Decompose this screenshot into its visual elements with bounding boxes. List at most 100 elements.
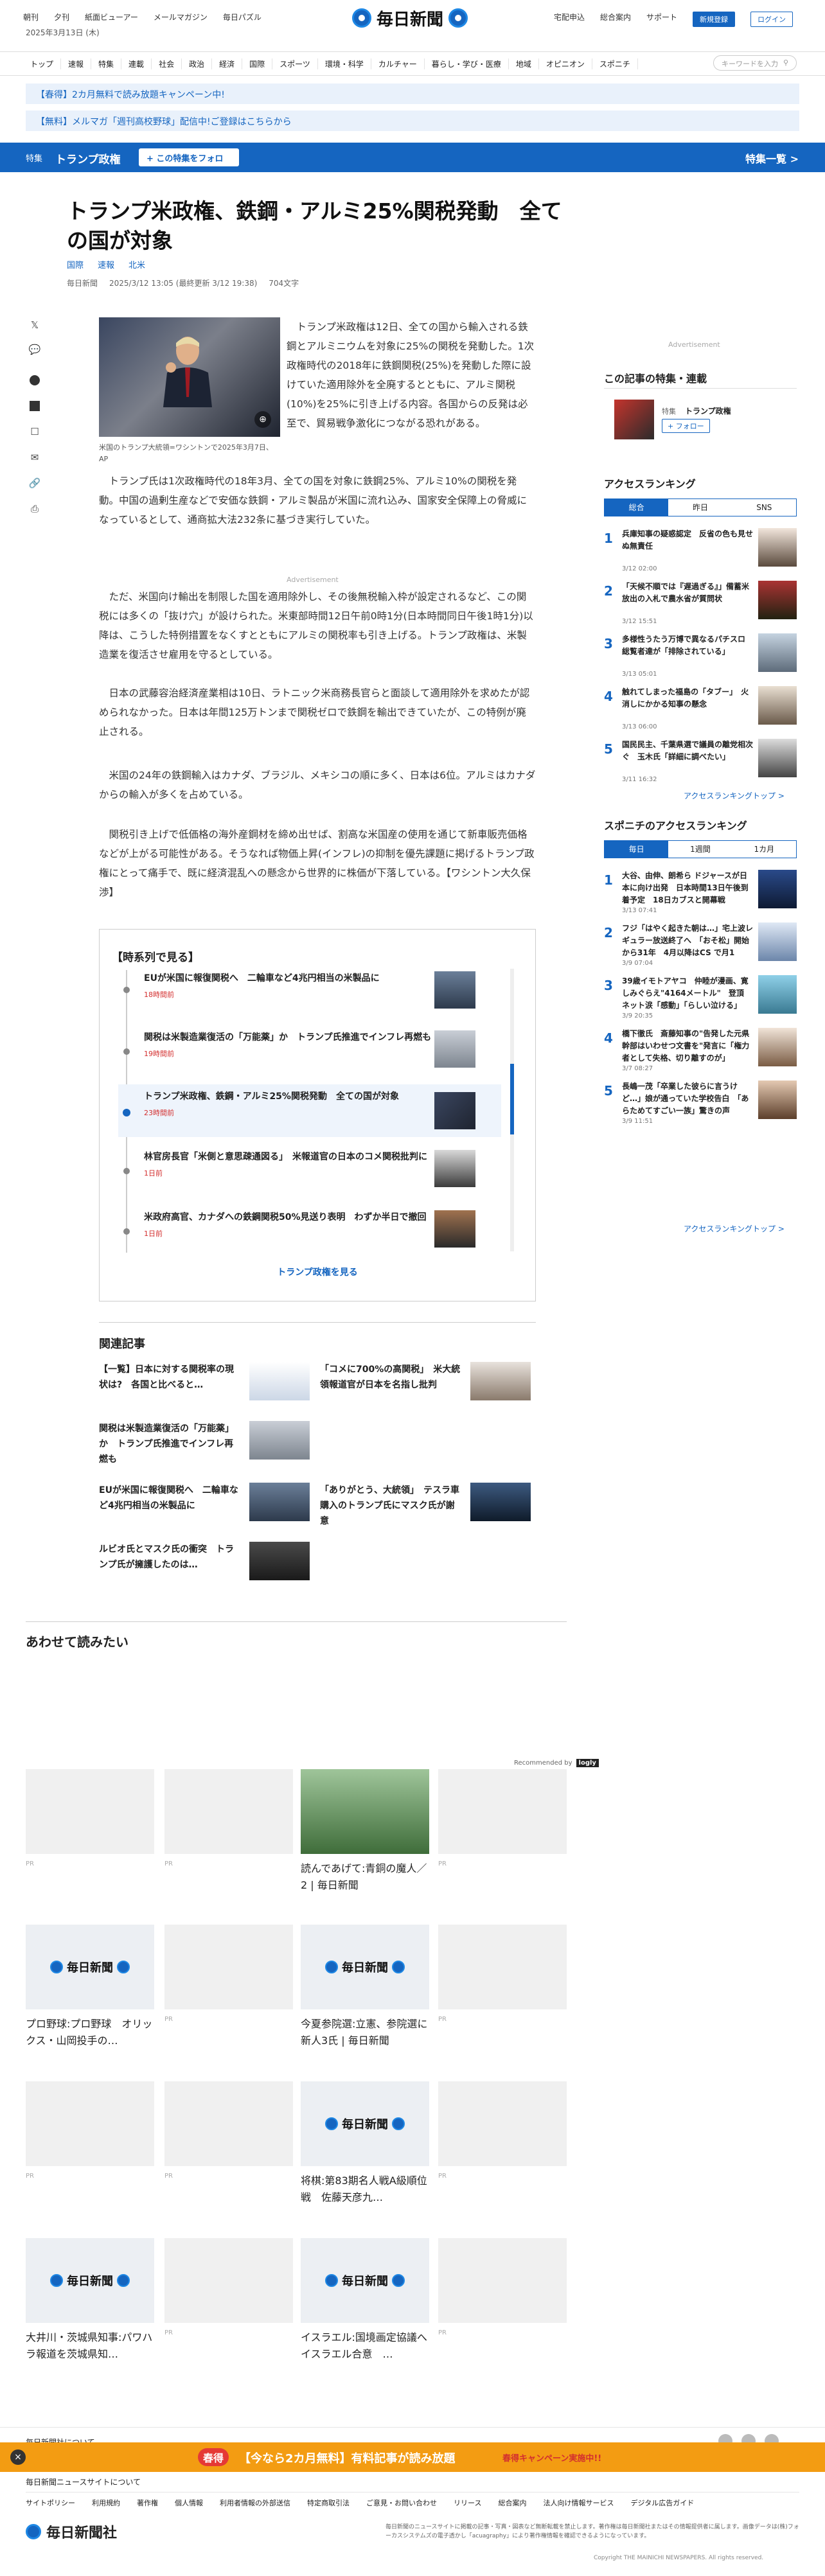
ranking-item[interactable]: 3 39歳イモトアヤコ 仲睦が漫画、寛しみぐらえ"4164メートル" 登頂 ネット… bbox=[604, 975, 797, 1024]
search-icon[interactable]: ⚲ bbox=[783, 58, 788, 67]
category-item[interactable]: スポニチ bbox=[592, 58, 638, 69]
timeline-thumbnail[interactable] bbox=[434, 1092, 475, 1129]
top-nav-link[interactable]: メールマガジン bbox=[154, 12, 208, 22]
article-photo[interactable]: ⊕ bbox=[99, 317, 280, 437]
timeline-thumbnail[interactable] bbox=[434, 971, 475, 1009]
zoom-icon[interactable]: ⊕ bbox=[254, 411, 271, 428]
campaign-banner[interactable]: × 春得 【今なら2カ月無料】有料記事が読み放題 春得キャンペーン実施中!! bbox=[0, 2442, 825, 2472]
timeline-thumbnail[interactable] bbox=[434, 1150, 475, 1187]
recommend-card[interactable]: PR bbox=[438, 1925, 567, 2023]
category-item[interactable]: オピニオン bbox=[539, 58, 592, 69]
ranking-more-link[interactable]: アクセスランキングトップ > bbox=[684, 790, 785, 801]
footer-link[interactable]: 著作権 bbox=[137, 2498, 158, 2509]
recommend-card[interactable]: PR bbox=[438, 1769, 567, 1867]
recommend-card[interactable]: PR bbox=[26, 2081, 154, 2180]
tab-yesterday[interactable]: 昨日 bbox=[668, 499, 732, 516]
timeline-scrollbar[interactable] bbox=[510, 969, 514, 1251]
category-item[interactable]: 連載 bbox=[121, 58, 152, 69]
series-thumbnail[interactable] bbox=[614, 400, 654, 439]
recommend-card[interactable]: 読んであげて:青銅の魔人／2 | 毎日新聞 bbox=[301, 1769, 429, 1898]
register-button[interactable]: 新規登録 bbox=[693, 12, 736, 27]
search-input[interactable]: キーワードを入力 ⚲ bbox=[713, 55, 797, 71]
category-item[interactable]: カルチャー bbox=[371, 58, 425, 69]
site-logo[interactable]: 毎日新聞 bbox=[352, 5, 468, 31]
ranking-item[interactable]: 3 多様性うたう万博で異なるパチスロ 総覧者達が「排除されている」 3/13 05:… bbox=[604, 633, 797, 682]
timeline-item[interactable]: 林官房長官「米側と意思疎通図る」 米報道官の日本のコメ関税批判に 1日前 bbox=[144, 1150, 439, 1178]
series-name[interactable]: トランプ政権 bbox=[685, 405, 731, 416]
recommend-card[interactable]: PR bbox=[164, 1769, 293, 1867]
recommend-card[interactable]: PR bbox=[164, 2238, 293, 2336]
recommend-card[interactable]: PR bbox=[438, 2238, 567, 2336]
recommend-card[interactable]: 毎日新聞 今夏参院選:立憲、参院選に新人3氏 | 毎日新聞 bbox=[301, 1925, 429, 2053]
login-button[interactable]: ログイン bbox=[750, 12, 794, 27]
series-follow-button[interactable]: + フォロー bbox=[662, 419, 710, 433]
tab-overall[interactable]: 総合 bbox=[605, 499, 669, 516]
category-item[interactable]: 経済 bbox=[212, 58, 243, 69]
tag-link[interactable]: 速報 bbox=[98, 258, 114, 270]
tab-sns[interactable]: SNS bbox=[732, 499, 796, 516]
campaign-cta[interactable]: 春得キャンペーン実施中!! bbox=[502, 2451, 601, 2464]
promo-banner[interactable]: 【春得】2カ月無料で読み放題キャンペーン中! bbox=[26, 84, 799, 104]
footer-link[interactable]: 個人情報 bbox=[175, 2498, 203, 2509]
ranking-more-link[interactable]: アクセスランキングトップ > bbox=[684, 1223, 785, 1234]
timeline-item[interactable]: EUが米国に報復関税へ 二輪車など4兆円相当の米製品に 18時間前 bbox=[144, 971, 439, 1000]
tab-daily[interactable]: 毎日 bbox=[605, 841, 669, 858]
footer-link[interactable]: 総合案内 bbox=[498, 2498, 526, 2509]
timeline-item-current[interactable]: トランプ米政権、鉄鋼・アルミ25%関税発動 全ての国が対象 23時間前 bbox=[144, 1090, 439, 1118]
footer-link[interactable]: 利用規約 bbox=[92, 2498, 120, 2509]
close-icon[interactable]: × bbox=[10, 2449, 26, 2465]
timeline-more-link[interactable]: トランプ政権を見る bbox=[99, 1266, 536, 1278]
facebook-share-icon[interactable] bbox=[27, 373, 42, 388]
ranking-item[interactable]: 2 「天候不順では『遅過ぎる』」備蓄米放出の入札で農水省が質問状 3/12 15:5… bbox=[604, 581, 797, 630]
recommend-card[interactable]: 毎日新聞 大井川・茨城県知事:パワハラ報道を茨城県知… bbox=[26, 2238, 154, 2367]
comment-icon[interactable]: 💬 bbox=[27, 342, 42, 357]
ranking-item[interactable]: 1 兵庫知事の疑惑認定 反省の色も見せぬ無責任 3/12 02:00 bbox=[604, 528, 797, 577]
print-icon[interactable]: ⎙ bbox=[27, 501, 42, 516]
top-nav-link[interactable]: 夕刊 bbox=[54, 12, 69, 22]
ranking-item[interactable]: 1 大谷、由伸、朗希ら ドジャースが日本に向け出発 日本時間13日午後到着予定 1… bbox=[604, 870, 797, 919]
recommend-card[interactable]: PR bbox=[26, 1769, 154, 1867]
footer-link[interactable]: リリース bbox=[454, 2498, 481, 2509]
support-link[interactable]: サポート bbox=[646, 12, 677, 27]
ranking-item[interactable]: 2 フジ「はやく起きた朝は…」宅上波レギュラー放送終了へ 「おそ松」開始から31年… bbox=[604, 922, 797, 971]
feature-list-link[interactable]: 特集一覧 > bbox=[745, 150, 799, 166]
category-item[interactable]: 暮らし・学び・医療 bbox=[425, 58, 509, 69]
category-item[interactable]: 速報 bbox=[61, 58, 92, 69]
footer-link[interactable]: 法人向け情報サービス bbox=[543, 2498, 614, 2509]
tag-link[interactable]: 国際 bbox=[67, 258, 84, 270]
category-item[interactable]: 社会 bbox=[152, 58, 182, 69]
bookmark-icon[interactable]: ☐ bbox=[27, 424, 42, 439]
category-item[interactable]: 特集 bbox=[91, 58, 122, 69]
promo-banner[interactable]: 【無料】メルマガ「週刊高校野球」配信中!ご登録はこちらから bbox=[26, 110, 799, 131]
ranking-item[interactable]: 4 橋下徹氏 斎藤知事の"告発した元県幹部はいわせつ文書を"発言に「権力者として失… bbox=[604, 1028, 797, 1077]
recommend-card[interactable]: 毎日新聞 プロ野球:プロ野球 オリックス・山岡投手の… bbox=[26, 1925, 154, 2053]
footer-link[interactable]: デジタル広告ガイド bbox=[630, 2498, 694, 2509]
category-item[interactable]: 国際 bbox=[242, 58, 273, 69]
follow-feature-button[interactable]: + この特集をフォロー bbox=[139, 148, 239, 176]
tab-weekly[interactable]: 1週間 bbox=[668, 841, 732, 858]
recommend-card[interactable]: PR bbox=[164, 1925, 293, 2023]
recommend-card[interactable]: PR bbox=[164, 2081, 293, 2180]
mail-share-icon[interactable]: ✉ bbox=[27, 450, 42, 465]
tag-link[interactable]: 北米 bbox=[129, 258, 145, 270]
recommend-card[interactable]: 毎日新聞 イスラエル:国境画定協議へイスラエル合意 … bbox=[301, 2238, 429, 2367]
category-item[interactable]: スポーツ bbox=[272, 58, 318, 69]
ranking-item[interactable]: 5 国民民主、千葉県選で議員の離党相次ぐ 玉木氏「詳細に調べたい」 3/11 16:… bbox=[604, 739, 797, 788]
footer-link[interactable]: 特定商取引法 bbox=[307, 2498, 350, 2509]
top-nav-link[interactable]: 紙面ビューアー bbox=[85, 12, 138, 22]
delivery-link[interactable]: 宅配申込 bbox=[554, 12, 585, 27]
recommend-card[interactable]: 毎日新聞 将棋:第83期名人戦A級順位戦 佐藤天彦九… bbox=[301, 2081, 429, 2210]
recommend-card[interactable]: PR bbox=[438, 2081, 567, 2180]
site-heading[interactable]: 毎日新聞ニュースサイトについて bbox=[26, 2476, 141, 2487]
timeline-thumbnail[interactable] bbox=[434, 1210, 475, 1248]
timeline-item[interactable]: 米政府高官、カナダへの鉄鋼関税50%見送り表明 わずか半日で撤回 1日前 bbox=[144, 1210, 439, 1239]
footer-link[interactable]: 利用者情報の外部送信 bbox=[220, 2498, 290, 2509]
category-item[interactable]: 環境・科学 bbox=[318, 58, 371, 69]
timeline-item[interactable]: 関税は米製造業復活の「万能薬」か トランプ氏推進でインフレ再燃も 19時間前 bbox=[144, 1030, 439, 1059]
tab-monthly[interactable]: 1カ月 bbox=[732, 841, 796, 858]
ranking-item[interactable]: 4 触れてしまった福島の「タブー」 火消しにかかる知事の懸念 3/13 06:00 bbox=[604, 686, 797, 735]
link-copy-icon[interactable]: 🔗 bbox=[27, 475, 42, 491]
hatena-share-icon[interactable] bbox=[27, 398, 42, 414]
feature-name[interactable]: トランプ政権 bbox=[55, 150, 121, 166]
info-link[interactable]: 総合案内 bbox=[600, 12, 631, 27]
